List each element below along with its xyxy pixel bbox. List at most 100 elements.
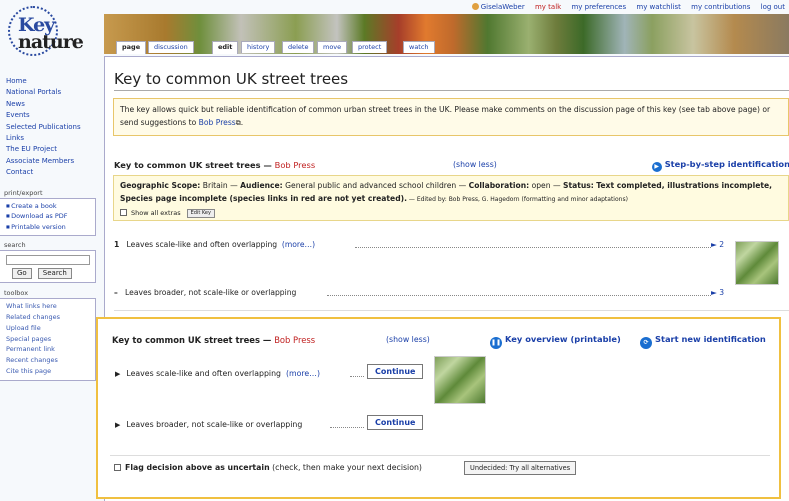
show-extras-checkbox[interactable] — [120, 209, 127, 216]
create-book-link[interactable]: Create a book — [6, 201, 91, 212]
lead-number: – — [114, 288, 118, 297]
lead-number: 1 — [114, 240, 120, 249]
my-watchlist-link[interactable]: my watchlist — [636, 3, 681, 11]
tab-history[interactable]: history — [241, 41, 276, 53]
tab-move[interactable]: move — [317, 41, 348, 53]
search-heading: search — [4, 241, 26, 250]
tab-edit[interactable]: edit — [212, 41, 239, 54]
notice-box: The key allows quick but reliable identi… — [113, 98, 789, 136]
lead-2: – Leaves broader, not scale-like or over… — [114, 288, 296, 297]
pause-icon: ❚❚ — [490, 337, 502, 349]
option-text: Leaves scale-like and often overlapping — [126, 369, 281, 378]
search-box: Go Search — [0, 250, 96, 284]
option-1-dots — [350, 376, 364, 377]
more-link[interactable]: (more…) — [282, 240, 315, 249]
sidebar-item-links[interactable]: Links — [0, 133, 98, 144]
collaboration-label: Collaboration: — [468, 181, 530, 190]
sidebar-item-eu-project[interactable]: The EU Project — [0, 144, 98, 155]
option-1: ▶ Leaves scale-like and often overlapping… — [115, 369, 320, 378]
sidebar-item-contact[interactable]: Contact — [0, 167, 98, 178]
search-button[interactable]: Search — [37, 268, 72, 280]
step-by-step-link[interactable]: ▶ Step-by-step identification — [651, 159, 789, 172]
key-overview-label: Key overview (printable) — [505, 334, 621, 344]
goto-2-link[interactable]: ► 2 — [711, 240, 724, 249]
collaboration-value: open — [531, 181, 551, 190]
key-author-link[interactable]: Bob Press — [275, 160, 316, 170]
search-input[interactable] — [6, 255, 90, 266]
play-icon: ▶ — [651, 162, 662, 172]
my-contributions-link[interactable]: my contributions — [691, 3, 750, 11]
tab-discussion[interactable]: discussion — [148, 41, 194, 53]
lead-2-dots — [327, 295, 711, 296]
continue-button-2[interactable]: Continue — [367, 415, 424, 430]
printable-version-link[interactable]: Printable version — [6, 222, 91, 233]
flag-uncertain-checkbox[interactable] — [114, 464, 121, 471]
photo-banner — [104, 14, 789, 54]
permanent-link[interactable]: Permanent link — [6, 344, 91, 355]
cite-this-page-link[interactable]: Cite this page — [6, 366, 91, 377]
continue-button-1[interactable]: Continue — [367, 364, 424, 379]
lead-1: 1 Leaves scale-like and often overlappin… — [114, 240, 315, 249]
option-1-thumbnail[interactable] — [434, 356, 486, 404]
special-pages-link[interactable]: Special pages — [6, 334, 91, 345]
toolbox-box: What links here Related changes Upload f… — [0, 298, 96, 381]
panel-show-less-link[interactable]: (show less) — [386, 335, 430, 344]
lead-1-thumbnail[interactable] — [735, 241, 779, 285]
flag-uncertain-row: Flag decision above as uncertain (check,… — [114, 463, 422, 472]
tab-protect[interactable]: protect — [352, 41, 388, 53]
panel-dash: — — [259, 335, 275, 345]
my-preferences-link[interactable]: my preferences — [571, 3, 626, 11]
key-metadata-box: Geographic Scope: Britain — Audience: Ge… — [113, 175, 789, 221]
user-link[interactable]: GiselaWeber — [471, 3, 525, 11]
key-dash: — — [260, 160, 275, 170]
status-label: Status: — [562, 181, 594, 190]
key-overview-link[interactable]: ❚❚ Key overview (printable) — [490, 334, 621, 349]
sidebar-item-associate-members[interactable]: Associate Members — [0, 156, 98, 167]
step-by-step-label: Step-by-step identification — [664, 159, 789, 169]
tab-delete[interactable]: delete — [282, 41, 315, 53]
sidebar-item-news[interactable]: News — [0, 99, 98, 110]
geo-value: Britain — [202, 181, 228, 190]
edit-key-button[interactable]: Edit Key — [186, 209, 215, 218]
undecided-button[interactable]: Undecided: Try all alternatives — [464, 461, 577, 475]
triangle-right-icon: ▶ — [115, 421, 121, 429]
sidebar-item-national-portals[interactable]: National Portals — [0, 87, 98, 98]
sidebar-item-selected-publications[interactable]: Selected Publications — [0, 122, 98, 133]
sidebar-item-home[interactable]: Home — [0, 76, 98, 87]
panel-author-link[interactable]: Bob Press — [274, 335, 315, 345]
flag-hint: (check, then make your next decision) — [272, 463, 422, 472]
bob-press-link[interactable]: Bob Press — [199, 118, 236, 127]
title-divider — [114, 90, 789, 91]
show-less-link[interactable]: (show less) — [453, 160, 497, 169]
upload-file-link[interactable]: Upload file — [6, 323, 91, 334]
flag-label: Flag decision above as uncertain — [125, 463, 270, 472]
recent-changes-link[interactable]: Recent changes — [6, 355, 91, 366]
goto-3-link[interactable]: ► 3 — [711, 288, 724, 297]
audience-label: Audience: — [240, 181, 283, 190]
triangle-right-icon: ▶ — [115, 370, 121, 378]
option-more-link[interactable]: (more…) — [286, 369, 320, 378]
lead-text: Leaves broader, not scale-like or overla… — [125, 288, 297, 297]
panel-title: Key to common UK street trees — Bob Pres… — [112, 335, 315, 345]
sidebar-item-events[interactable]: Events — [0, 110, 98, 121]
printexport-heading: print/export — [4, 188, 43, 197]
log-out-link[interactable]: log out — [761, 3, 785, 11]
tab-page[interactable]: page — [116, 41, 147, 54]
lead-text: Leaves scale-like and often overlapping — [126, 240, 278, 249]
option-text: Leaves broader, not scale-like or overla… — [126, 420, 303, 429]
tab-watch[interactable]: watch — [403, 41, 435, 53]
key-title: Key to common UK street trees — [114, 160, 261, 170]
option-2-dots — [330, 427, 364, 428]
site-logo[interactable]: Key nature — [6, 4, 96, 60]
panel-divider — [110, 455, 770, 456]
lead-1-dots — [355, 247, 711, 248]
sidebar: Home National Portals News Events Select… — [0, 76, 98, 381]
what-links-here-link[interactable]: What links here — [6, 301, 91, 312]
go-button[interactable]: Go — [12, 268, 32, 280]
download-pdf-link[interactable]: Download as PDF — [6, 211, 91, 222]
start-new-identification-link[interactable]: ⟳ Start new identification — [640, 334, 766, 349]
related-changes-link[interactable]: Related changes — [6, 312, 91, 323]
start-new-label: Start new identification — [655, 334, 766, 344]
extras-row: Show all extras Edit Key — [120, 208, 784, 218]
my-talk-link[interactable]: my talk — [535, 3, 561, 11]
